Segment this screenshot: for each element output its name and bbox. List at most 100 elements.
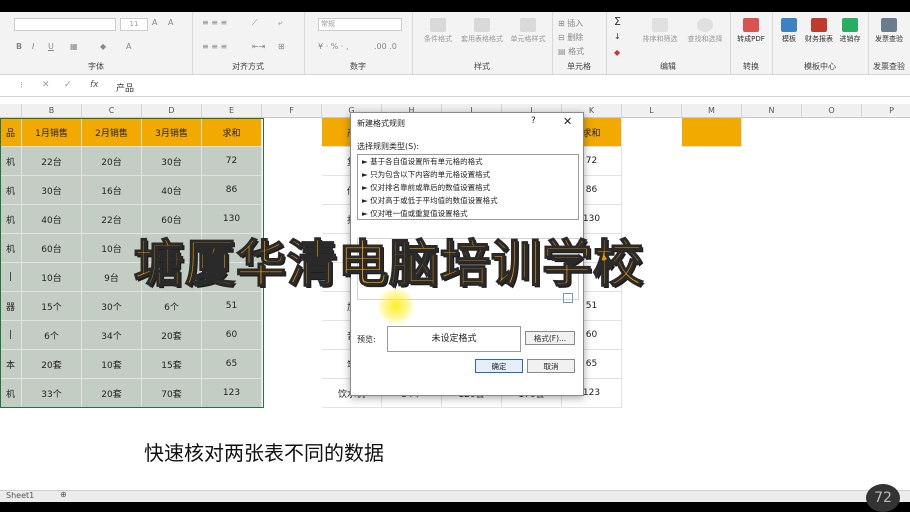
table-header-cell[interactable]: 2月销售: [82, 118, 142, 147]
column-header[interactable]: P: [862, 104, 910, 118]
format-button[interactable]: 格式(F)...: [525, 331, 575, 345]
table-cell[interactable]: 机: [0, 205, 22, 234]
shrink-font-icon[interactable]: A: [168, 18, 173, 27]
table-cell[interactable]: 40台: [142, 176, 202, 205]
border-icon[interactable]: ▦: [70, 42, 78, 51]
table-cell[interactable]: 65: [202, 350, 262, 379]
clear-icon[interactable]: ◆: [614, 48, 620, 57]
table-cell[interactable]: 10台: [22, 263, 82, 292]
row-header-corner[interactable]: [0, 104, 22, 118]
template-button[interactable]: 模板: [774, 18, 804, 44]
wrap-text-icon[interactable]: ⤶: [278, 18, 282, 28]
table-cell[interactable]: 15个: [22, 292, 82, 321]
cancel-button[interactable]: 取消: [527, 359, 575, 373]
table-cell[interactable]: 30台: [22, 176, 82, 205]
conditional-format-button[interactable]: 条件格式: [418, 18, 458, 44]
currency-icon[interactable]: ¥ · % · ,: [318, 42, 349, 51]
table-cell[interactable]: |: [0, 263, 22, 292]
table-header-cell[interactable]: 品: [0, 118, 22, 147]
table-cell[interactable]: 20套: [82, 379, 142, 408]
column-header[interactable]: F: [262, 104, 322, 118]
rule-type-list[interactable]: ► 基于各自值设置所有单元格的格式 ► 只为包含以下内容的单元格设置格式 ► 仅…: [357, 154, 579, 220]
table-cell[interactable]: 器: [0, 292, 22, 321]
ok-button[interactable]: 确定: [475, 359, 523, 373]
table-cell[interactable]: 22台: [82, 205, 142, 234]
table-cell[interactable]: 10台: [82, 234, 142, 263]
table-cell[interactable]: 30个: [82, 292, 142, 321]
table-cell[interactable]: 60台: [22, 234, 82, 263]
indent-icon[interactable]: ⇤⇥: [252, 42, 265, 51]
invoice-check-button[interactable]: 发票查验: [870, 18, 908, 44]
table-cell[interactable]: 72: [202, 147, 262, 176]
formula-content[interactable]: 产品: [116, 81, 134, 94]
table-cell[interactable]: 60: [202, 321, 262, 350]
font-size-select[interactable]: 11: [120, 18, 148, 31]
add-sheet-icon[interactable]: ⊕: [60, 490, 67, 499]
sheet-tab[interactable]: Sheet1: [6, 491, 34, 500]
find-select-button[interactable]: 查找和选择: [684, 18, 726, 44]
table-header-cell[interactable]: 求和: [202, 118, 262, 147]
table-cell[interactable]: 6个: [22, 321, 82, 350]
rule-type-item[interactable]: ► 仅对排名靠前或靠后的数值设置格式: [358, 181, 578, 194]
align-left-icon[interactable]: ≡ ≡ ≡: [202, 42, 227, 51]
merge-center-icon[interactable]: ⊞: [278, 42, 285, 51]
autosum-icon[interactable]: Σ: [614, 15, 621, 28]
cancel-entry-icon[interactable]: ✕: [42, 80, 50, 90]
table-cell[interactable]: 123: [202, 379, 262, 408]
fill-icon[interactable]: ↓: [614, 32, 621, 41]
column-header[interactable]: C: [82, 104, 142, 118]
table-format-button[interactable]: 套用表格格式: [460, 18, 504, 44]
column-header[interactable]: L: [622, 104, 682, 118]
table-cell[interactable]: 51: [202, 292, 262, 321]
table-cell[interactable]: 20套: [22, 350, 82, 379]
rule-type-item[interactable]: ► 仅对唯一值或重复值设置格式: [358, 207, 578, 219]
column-header[interactable]: E: [202, 104, 262, 118]
bold-icon[interactable]: B: [16, 42, 22, 51]
table-cell[interactable]: 20套: [142, 321, 202, 350]
orientation-icon[interactable]: ⟋: [252, 18, 258, 28]
close-icon[interactable]: ✕: [563, 115, 572, 128]
column-header[interactable]: N: [742, 104, 802, 118]
table-cell[interactable]: 22台: [22, 147, 82, 176]
finance-report-button[interactable]: 财务报表: [804, 18, 834, 44]
underline-icon[interactable]: U: [48, 42, 54, 51]
column-header[interactable]: M: [682, 104, 742, 118]
table-cell[interactable]: 10套: [82, 350, 142, 379]
table-cell[interactable]: 16台: [82, 176, 142, 205]
column-header[interactable]: B: [22, 104, 82, 118]
italic-icon[interactable]: I: [32, 42, 34, 51]
table-cell[interactable]: 9台: [82, 263, 142, 292]
rule-type-item[interactable]: ► 基于各自值设置所有单元格的格式: [358, 155, 578, 168]
highlighted-cell[interactable]: [682, 118, 742, 147]
table-cell[interactable]: 86: [202, 176, 262, 205]
table-cell[interactable]: 40台: [22, 205, 82, 234]
table-cell[interactable]: 33个: [22, 379, 82, 408]
delete-cell-icon[interactable]: ⊟ 删除: [558, 32, 583, 43]
grow-font-icon[interactable]: A: [152, 18, 157, 27]
rule-type-item[interactable]: ► 仅对高于或低于平均值的数值设置格式: [358, 194, 578, 207]
convert-pdf-button[interactable]: 转成PDF: [732, 18, 770, 44]
table-cell[interactable]: 机: [0, 379, 22, 408]
help-icon[interactable]: ?: [531, 116, 536, 126]
table-cell[interactable]: 20台: [82, 147, 142, 176]
number-format-select[interactable]: 常规: [318, 18, 402, 31]
table-header-cell[interactable]: 1月销售: [22, 118, 82, 147]
table-cell[interactable]: |: [0, 321, 22, 350]
table-cell[interactable]: 机: [0, 234, 22, 263]
table-header-cell[interactable]: 3月销售: [142, 118, 202, 147]
font-color-icon[interactable]: A: [126, 42, 131, 51]
confirm-entry-icon[interactable]: ✓: [64, 80, 72, 90]
insert-cell-icon[interactable]: ⊞ 插入: [558, 18, 583, 29]
table-cell[interactable]: 34个: [82, 321, 142, 350]
table-cell[interactable]: 70套: [142, 379, 202, 408]
table-cell[interactable]: 本: [0, 350, 22, 379]
table-cell[interactable]: 机: [0, 147, 22, 176]
rule-type-item[interactable]: ► 只为包含以下内容的单元格设置格式: [358, 168, 578, 181]
inventory-button[interactable]: 进销存: [834, 18, 866, 44]
table-cell[interactable]: 30台: [142, 147, 202, 176]
font-name-select[interactable]: [14, 18, 116, 31]
sort-filter-button[interactable]: 排序和筛选: [640, 18, 680, 44]
align-top-icon[interactable]: ≡ ≡ ≡: [202, 18, 227, 27]
decimal-icon[interactable]: .00 .0: [374, 42, 397, 51]
fill-color-icon[interactable]: ◆: [100, 42, 106, 51]
